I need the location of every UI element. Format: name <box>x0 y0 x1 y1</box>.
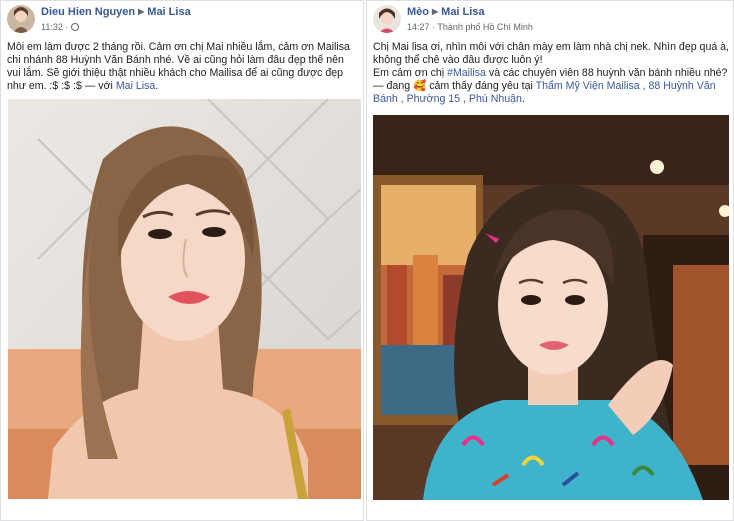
post-text-line2-end: và các chuyên viên 88 huỳnh văn bánh nhi… <box>488 67 728 79</box>
author-name[interactable]: Dieu Hien Nguyen <box>41 6 135 18</box>
post-meta: 11:32 · <box>41 22 80 32</box>
post-time[interactable]: 14:27 <box>407 22 430 32</box>
arrow-right-icon: ▶ <box>432 7 439 16</box>
selfie-photo <box>373 115 729 500</box>
post-card-right: Mèo ▶ Mai Lisa 14:27 · Thành phố Hồ Chí Mi… <box>366 0 734 521</box>
feeling-text: cảm thấy đáng yêu tại <box>429 80 533 92</box>
arrow-right-icon: ▶ <box>138 7 145 16</box>
selfie-photo <box>8 99 361 499</box>
avatar[interactable] <box>373 5 401 33</box>
post-meta: 14:27 · Thành phố Hồ Chí Minh <box>407 22 533 32</box>
author-name[interactable]: Mèo <box>407 6 429 18</box>
post-photo[interactable] <box>8 99 361 499</box>
post-photo[interactable] <box>373 115 729 500</box>
hashtag-link[interactable]: #Mailisa <box>447 67 486 79</box>
post-text-end: . <box>521 93 525 105</box>
author-line: Dieu Hien Nguyen ▶ Mai Lisa <box>41 6 191 18</box>
tagged-page-link[interactable]: Mai Lisa <box>116 80 155 92</box>
feeling-prefix: — đang <box>373 80 411 92</box>
avatar-image <box>373 5 401 33</box>
author-line: Mèo ▶ Mai Lisa <box>407 6 485 18</box>
post-text-line1: Chị Mai lisa ơi, nhìn môi với chân mày e… <box>373 41 730 66</box>
globe-icon <box>71 23 80 31</box>
post-time[interactable]: 11:32 <box>41 22 63 32</box>
avatar-image <box>7 5 35 33</box>
post-text: Môi em làm được 2 tháng rồi. Cảm ơn chị … <box>7 41 359 93</box>
post-card-left: Dieu Hien Nguyen ▶ Mai Lisa 11:32 · Môi em… <box>0 0 364 521</box>
post-text-line2-start: Em cảm ơn chị <box>373 67 445 79</box>
page-name[interactable]: Mai Lisa <box>147 6 190 18</box>
page-name[interactable]: Mai Lisa <box>441 6 484 18</box>
post-text-end: . <box>155 80 159 92</box>
post-text-main: Môi em làm được 2 tháng rồi. Cảm ơn chị … <box>7 41 350 92</box>
post-text: Chị Mai lisa ơi, nhìn môi với chân mày e… <box>373 41 729 106</box>
feeling-emoji-icon: 🥰 <box>413 80 427 92</box>
avatar[interactable] <box>7 5 35 33</box>
post-location[interactable]: Thành phố Hồ Chí Minh <box>437 22 533 32</box>
